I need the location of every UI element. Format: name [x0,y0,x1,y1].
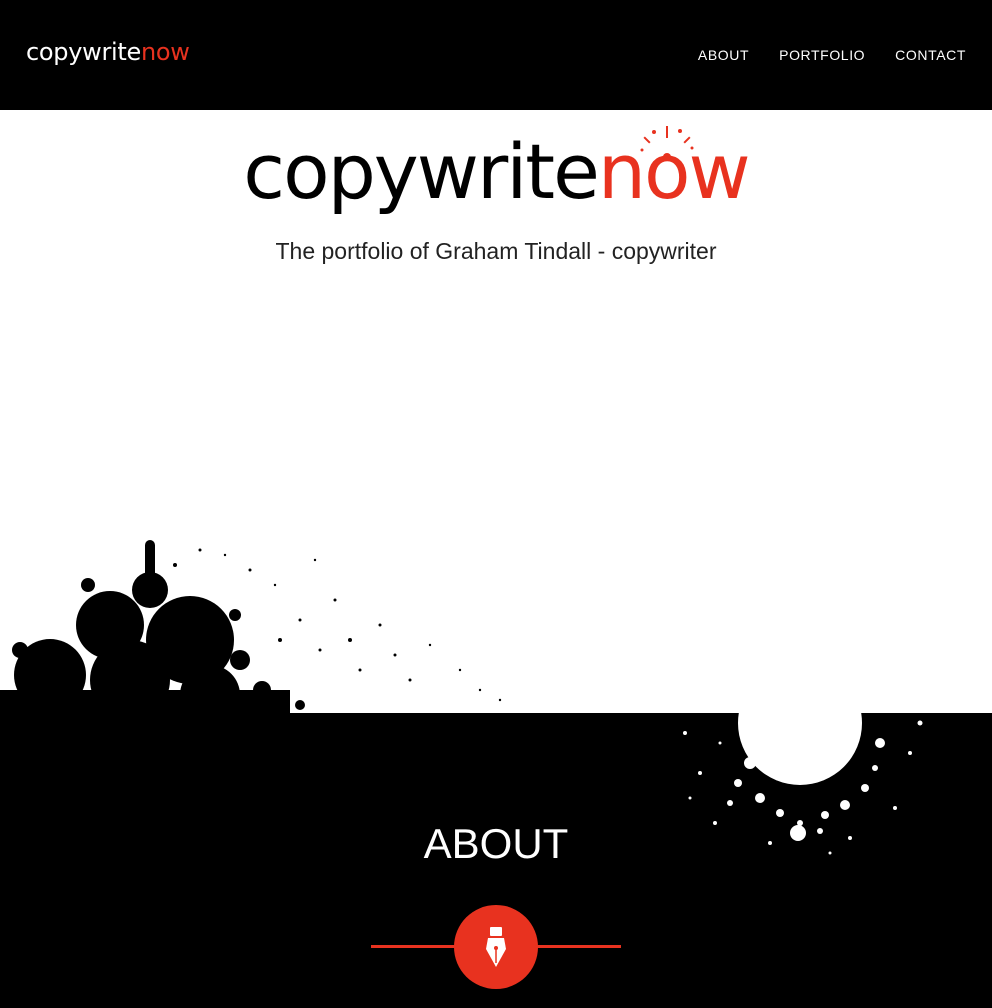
about-heading: ABOUT [423,820,569,867]
nav-link-contact[interactable]: CONTACT [895,46,966,64]
brand-logo-link[interactable]: copywritenow [26,40,190,64]
hero-logo: copywriten ow [0,126,992,210]
brand-logo-prefix: copywrite [26,38,141,66]
hero-logo-prefix: copywrite [243,127,600,216]
hero-tagline: The portfolio of Graham Tindall - copywr… [275,238,717,264]
brand-logo-accent: now [140,38,190,66]
about-divider-right [531,945,621,948]
ink-splatter-left-decoration [0,540,502,713]
nav-link-about[interactable]: ABOUT [698,46,749,64]
hero-logo-accent-o: o [640,126,694,210]
nav-link-portfolio[interactable]: PORTFOLIO [779,46,865,64]
hero-section: copywriten ow The portfolio of Graham Tin… [0,110,992,713]
ink-splash-icon [640,126,694,161]
about-icon-badge [454,905,538,989]
main-nav: ABOUT PORTFOLIO CONTACT [698,46,966,64]
top-navbar: copywritenow ABOUT PORTFOLIO CONTACT [0,0,992,110]
about-section: ABOUT [0,713,992,1008]
about-divider-left [371,945,461,948]
fountain-pen-icon [486,927,506,967]
